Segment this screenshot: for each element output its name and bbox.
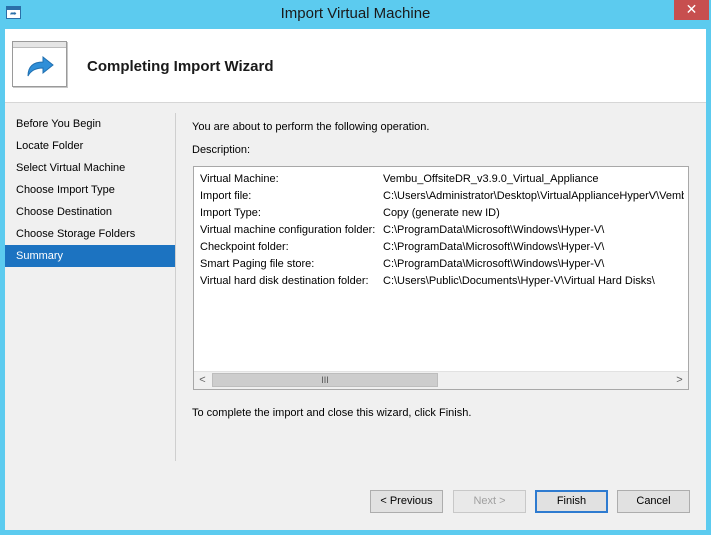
step-choose-import-type[interactable]: Choose Import Type [5, 179, 175, 201]
description-rows: Virtual Machine: Vembu_OffsiteDR_v3.9.0_V… [200, 171, 684, 366]
description-box[interactable]: Virtual Machine: Vembu_OffsiteDR_v3.9.0_V… [193, 166, 689, 390]
row-key: Virtual machine configuration folder: [200, 224, 376, 236]
title-bar: ➦ Import Virtual Machine ✕ [0, 0, 711, 29]
horizontal-scrollbar[interactable]: < III > [194, 371, 688, 389]
row-value: Vembu_OffsiteDR_v3.9.0_Virtual_Appliance [383, 173, 599, 185]
finish-instruction: To complete the import and close this wi… [192, 407, 472, 419]
row-value: C:\Users\Administrator\Desktop\VirtualAp… [383, 190, 684, 202]
scrollbar-thumb[interactable]: III [212, 373, 438, 387]
scroll-right-button[interactable]: > [671, 372, 688, 388]
step-select-virtual-machine[interactable]: Select Virtual Machine [5, 157, 175, 179]
step-locate-folder[interactable]: Locate Folder [5, 135, 175, 157]
row-value: Copy (generate new ID) [383, 207, 500, 219]
table-row: Virtual hard disk destination folder: C:\… [200, 273, 684, 290]
step-choose-storage-folders[interactable]: Choose Storage Folders [5, 223, 175, 245]
scroll-left-button[interactable]: < [194, 372, 211, 388]
window-title: Import Virtual Machine [280, 5, 431, 22]
step-choose-destination[interactable]: Choose Destination [5, 201, 175, 223]
table-row: Import Type: Copy (generate new ID) [200, 205, 684, 222]
table-row: Import file: C:\Users\Administrator\Deskt… [200, 188, 684, 205]
nav-divider [175, 113, 176, 461]
table-row: Virtual machine configuration folder: C:\… [200, 222, 684, 239]
row-key: Checkpoint folder: [200, 241, 289, 253]
cancel-button[interactable]: Cancel [617, 490, 690, 513]
wizard-steps: Before You Begin Locate Folder Select Vi… [5, 113, 175, 267]
wizard-header: Completing Import Wizard [5, 29, 706, 103]
table-row: Checkpoint folder: C:\ProgramData\Microso… [200, 239, 684, 256]
row-value: C:\ProgramData\Microsoft\Windows\Hyper-V… [383, 241, 605, 253]
row-key: Virtual hard disk destination folder: [200, 275, 369, 287]
next-button[interactable]: Next > [453, 490, 526, 513]
intro-text: You are about to perform the following o… [192, 121, 430, 133]
row-value: C:\ProgramData\Microsoft\Windows\Hyper-V… [383, 258, 605, 270]
step-before-you-begin[interactable]: Before You Begin [5, 113, 175, 135]
row-value: C:\Users\Public\Documents\Hyper-V\Virtua… [383, 275, 655, 287]
page-title: Completing Import Wizard [87, 58, 274, 75]
import-arrow-icon [12, 41, 67, 87]
finish-button[interactable]: Finish [535, 490, 608, 513]
table-row: Virtual Machine: Vembu_OffsiteDR_v3.9.0_V… [200, 171, 684, 188]
previous-button[interactable]: < Previous [370, 490, 443, 513]
row-key: Import file: [200, 190, 252, 202]
row-key: Smart Paging file store: [200, 258, 315, 270]
description-label: Description: [192, 144, 251, 156]
step-summary[interactable]: Summary [5, 245, 175, 267]
row-value: C:\ProgramData\Microsoft\Windows\Hyper-V… [383, 224, 605, 236]
row-key: Import Type: [200, 207, 261, 219]
wizard-window: Completing Import Wizard Before You Begi… [5, 29, 706, 530]
table-row: Smart Paging file store: C:\ProgramData\M… [200, 256, 684, 273]
row-key: Virtual Machine: [200, 173, 279, 185]
close-button[interactable]: ✕ [674, 0, 709, 20]
